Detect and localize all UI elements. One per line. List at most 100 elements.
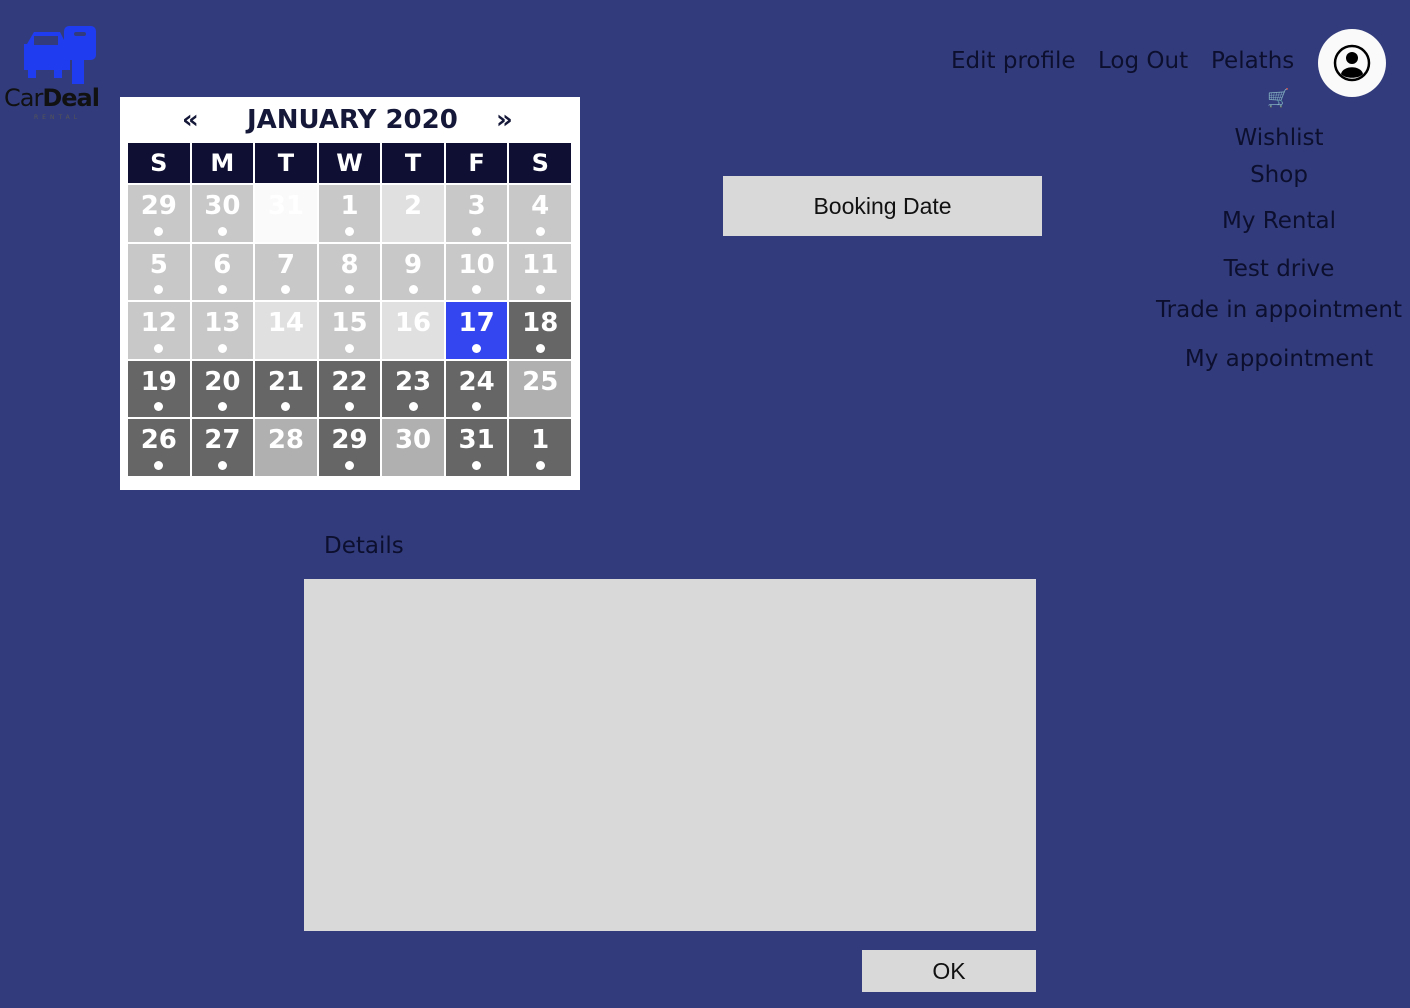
weekday-header: T xyxy=(382,143,444,183)
shopping-cart-icon[interactable]: 🛒 xyxy=(1267,88,1289,109)
day-number: 2 xyxy=(404,191,423,221)
weekday-header: W xyxy=(318,143,381,183)
weekday-header: F xyxy=(445,143,508,183)
calendar-day[interactable]: 2 xyxy=(382,185,444,242)
calendar-day[interactable]: 20 xyxy=(191,360,254,417)
calendar-day[interactable]: 18 xyxy=(509,302,571,359)
availability-dot-icon xyxy=(535,343,545,353)
calendar-day[interactable]: 16 xyxy=(382,302,444,359)
calendar-day[interactable]: 1 xyxy=(318,185,381,242)
calendar-day[interactable]: 26 xyxy=(128,419,190,476)
calendar-day[interactable]: 4 xyxy=(509,185,571,242)
availability-dot-icon xyxy=(217,226,227,236)
day-number: 26 xyxy=(140,425,177,455)
availability-dot-icon xyxy=(535,226,545,236)
sidebar-item-trade-in[interactable]: Trade in appointment xyxy=(1156,297,1402,323)
availability-dot-icon xyxy=(217,343,227,353)
username-link[interactable]: Pelaths xyxy=(1211,48,1294,74)
availability-dot-icon xyxy=(472,460,482,470)
calendar-day[interactable]: 31 xyxy=(445,419,508,476)
calendar-day[interactable]: 13 xyxy=(191,302,254,359)
calendar-day[interactable]: 24 xyxy=(445,360,508,417)
calendar-day[interactable]: 15 xyxy=(318,302,381,359)
calendar-day[interactable]: 28 xyxy=(255,419,317,476)
log-out-link[interactable]: Log Out xyxy=(1098,48,1188,74)
availability-dot-icon xyxy=(154,226,164,236)
sidebar-item-my-rental[interactable]: My Rental xyxy=(1222,208,1336,234)
weekday-header: S xyxy=(509,143,571,183)
availability-dot-icon xyxy=(154,343,164,353)
day-number: 18 xyxy=(522,308,559,338)
calendar-day[interactable]: 11 xyxy=(509,243,571,300)
day-number: 19 xyxy=(140,366,177,397)
calendar-day[interactable]: 9 xyxy=(382,243,444,300)
calendar-day[interactable]: 29 xyxy=(318,419,381,476)
day-number: 1 xyxy=(531,425,550,455)
details-input[interactable] xyxy=(304,579,1036,931)
ok-button[interactable]: OK xyxy=(862,950,1036,992)
booking-date-button[interactable]: Booking Date xyxy=(723,176,1042,236)
sidebar-item-wishlist[interactable]: Wishlist xyxy=(1235,125,1324,151)
day-number: 15 xyxy=(331,308,368,338)
day-number: 1 xyxy=(340,191,359,221)
calendar-day[interactable]: 14 xyxy=(255,302,317,359)
availability-dot-icon xyxy=(472,285,482,294)
day-number: 11 xyxy=(522,249,559,280)
day-number: 14 xyxy=(267,308,305,338)
availability-dot-icon xyxy=(154,285,164,294)
availability-dot-icon xyxy=(281,285,291,294)
calendar-day[interactable]: 5 xyxy=(128,243,190,300)
availability-dot-icon xyxy=(217,402,227,411)
calendar-day[interactable]: 12 xyxy=(128,302,190,359)
day-number: 3 xyxy=(467,191,486,221)
day-number: 30 xyxy=(204,191,241,221)
day-number: 10 xyxy=(458,249,495,280)
calendar-day[interactable]: 22 xyxy=(318,360,381,417)
avatar-button[interactable] xyxy=(1318,29,1386,97)
calendar-day[interactable]: 1 xyxy=(509,419,571,476)
calendar-day[interactable]: 10 xyxy=(445,243,508,300)
cardeal-logo[interactable]: CarDeal RENTAL xyxy=(2,26,122,126)
calendar-day[interactable]: 29 xyxy=(128,185,190,242)
sidebar-item-test-drive[interactable]: Test drive xyxy=(1224,256,1335,282)
user-circle-icon xyxy=(1333,44,1371,82)
day-number: 5 xyxy=(149,249,168,280)
logo-subtext: RENTAL xyxy=(34,114,82,121)
day-number: 6 xyxy=(213,249,232,280)
day-number: 16 xyxy=(394,308,432,338)
edit-profile-link[interactable]: Edit profile xyxy=(951,48,1076,74)
day-number: 4 xyxy=(531,191,550,221)
day-number: 20 xyxy=(204,366,241,397)
day-number: 31 xyxy=(458,425,495,455)
sidebar-item-shop[interactable]: Shop xyxy=(1250,162,1308,188)
logo-text: CarDeal xyxy=(4,84,100,112)
availability-dot-icon xyxy=(344,402,354,411)
calendar-day[interactable]: 7 xyxy=(255,243,317,300)
calendar-day[interactable]: 31 xyxy=(255,185,317,242)
sidebar-item-my-appointment[interactable]: My appointment xyxy=(1185,346,1373,372)
day-number: 29 xyxy=(140,191,177,221)
calendar-day[interactable]: 6 xyxy=(191,243,254,300)
availability-dot-icon xyxy=(472,226,482,236)
availability-dot-icon xyxy=(217,460,227,470)
availability-dot-icon xyxy=(154,460,164,470)
calendar-day[interactable]: 21 xyxy=(255,360,317,417)
availability-dot-icon xyxy=(344,460,354,470)
day-number: 30 xyxy=(394,425,432,455)
availability-dot-icon xyxy=(344,226,354,236)
calendar-day-selected[interactable]: 17 xyxy=(445,302,508,359)
day-number: 24 xyxy=(458,366,495,397)
calendar-day[interactable]: 19 xyxy=(128,360,190,417)
calendar-day[interactable]: 25 xyxy=(509,360,571,417)
calendar-day[interactable]: 27 xyxy=(191,419,254,476)
next-month-button[interactable]: » xyxy=(496,105,513,135)
prev-month-button[interactable]: « xyxy=(182,105,199,135)
calendar-day[interactable]: 8 xyxy=(318,243,381,300)
weekday-header: S xyxy=(128,143,190,183)
calendar-day[interactable]: 30 xyxy=(191,185,254,242)
calendar-day[interactable]: 30 xyxy=(382,419,444,476)
day-number: 31 xyxy=(267,191,305,221)
calendar-day[interactable]: 3 xyxy=(445,185,508,242)
calendar-day[interactable]: 23 xyxy=(382,360,444,417)
availability-dot-icon xyxy=(154,402,164,411)
